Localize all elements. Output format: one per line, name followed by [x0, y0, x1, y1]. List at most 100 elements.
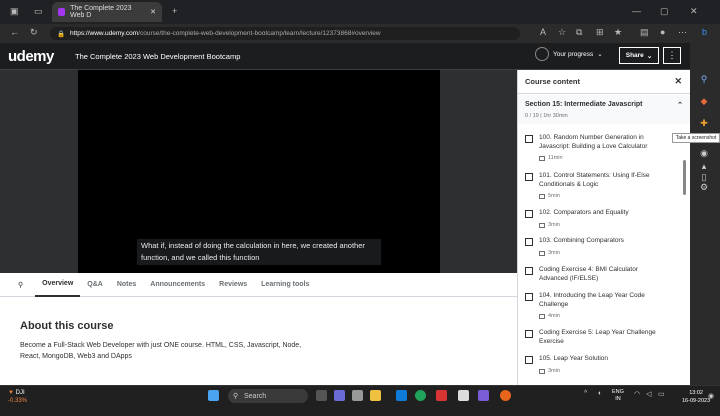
- tab-learning-tools[interactable]: Learning tools: [254, 273, 316, 297]
- taskbar-search[interactable]: ⚲ Search: [228, 389, 308, 403]
- url-input[interactable]: 🔒 https://www.udemy.com/course/the-compl…: [50, 27, 520, 40]
- read-aloud-icon[interactable]: A: [540, 27, 546, 37]
- lesson-checkbox[interactable]: [525, 267, 533, 275]
- stock-label: DJI: [15, 390, 25, 396]
- video-icon: [539, 193, 545, 199]
- browser-menu-icon[interactable]: ⋯: [678, 27, 687, 38]
- back-icon[interactable]: ←: [10, 27, 19, 37]
- collections-icon[interactable]: ⊞: [596, 27, 604, 38]
- settings-icon[interactable]: ⚙: [698, 182, 710, 194]
- course-title[interactable]: The Complete 2023 Web Development Bootca…: [75, 52, 240, 61]
- chevron-down-icon: ⌄: [597, 51, 603, 58]
- collections-icon[interactable]: ▤: [640, 27, 649, 38]
- lesson-checkbox[interactable]: [525, 135, 533, 143]
- lesson-duration: 11min: [539, 155, 563, 161]
- close-window-icon[interactable]: ✕: [690, 6, 698, 17]
- udemy-favicon-icon: [58, 8, 66, 16]
- tray-icon[interactable]: ◐: [598, 390, 602, 397]
- clock[interactable]: 13:02 16-09-2023: [682, 389, 710, 405]
- volume-icon[interactable]: ◁: [646, 390, 651, 398]
- file-explorer-icon[interactable]: [370, 390, 381, 401]
- store-icon[interactable]: [396, 390, 407, 401]
- refresh-icon[interactable]: ↻: [30, 27, 38, 38]
- lesson-duration: 3min: [539, 368, 560, 374]
- tab-overview[interactable]: Overview: [35, 273, 81, 297]
- lesson-duration: 4min: [539, 313, 560, 319]
- section-title: Section 15: Intermediate Javascript: [525, 101, 643, 108]
- video-icon: [539, 368, 545, 374]
- tab-qa[interactable]: Q&A: [80, 273, 110, 297]
- language-indicator[interactable]: ENG IN: [612, 389, 624, 403]
- dashboard-tabs: ⚲ Overview Q&A Notes Announcements Revie…: [0, 273, 517, 297]
- search-icon[interactable]: ⚲: [0, 273, 35, 297]
- lock-icon: 🔒: [57, 30, 66, 38]
- shopping-icon[interactable]: ◆: [698, 96, 710, 108]
- lesson-duration: 5min: [539, 193, 560, 199]
- url-path: /course/the-complete-web-development-boo…: [138, 30, 381, 37]
- search-icon[interactable]: ⚲: [698, 74, 710, 86]
- minimize-icon[interactable]: —: [632, 6, 641, 16]
- video-icon: [539, 250, 545, 256]
- browser-tab[interactable]: The Complete 2023 Web D ✕: [52, 2, 162, 22]
- tab-actions-icon[interactable]: ▭: [34, 6, 43, 17]
- camera-icon[interactable]: ◉: [698, 148, 710, 160]
- section-meta: 0 / 19 | 1hr 30min: [525, 113, 568, 119]
- tab-announcements[interactable]: Announcements: [143, 273, 212, 297]
- chevron-up-icon[interactable]: ^: [584, 390, 587, 397]
- lesson-title: Coding Exercise 5: Leap Year Challenge E…: [539, 329, 656, 345]
- lesson-checkbox[interactable]: [525, 356, 533, 364]
- app-icon[interactable]: [352, 390, 363, 401]
- app-icon[interactable]: [458, 390, 469, 401]
- sidebar-header: Course content ✕: [517, 70, 690, 94]
- battery-icon[interactable]: ▭: [658, 390, 665, 398]
- lesson-checkbox[interactable]: [525, 173, 533, 181]
- stock-value: -0.33%: [8, 398, 28, 404]
- more-options-button[interactable]: ⋮: [663, 47, 681, 64]
- stock-widget[interactable]: ▼ DJI -0.33%: [8, 389, 27, 405]
- tools-icon[interactable]: ✚: [698, 118, 710, 130]
- firefox-icon[interactable]: [500, 390, 511, 401]
- tab-notes[interactable]: Notes: [110, 273, 143, 297]
- search-icon: ⚲: [233, 393, 239, 400]
- tab-close-icon[interactable]: ✕: [150, 8, 156, 16]
- lesson-title: 103. Combining Comparators: [539, 237, 624, 244]
- video-caption: What if, instead of doing the calculatio…: [137, 239, 381, 265]
- lesson-checkbox[interactable]: [525, 238, 533, 246]
- lesson-checkbox[interactable]: [525, 330, 533, 338]
- maximize-icon[interactable]: ▢: [660, 6, 669, 17]
- app-icon[interactable]: [478, 390, 489, 401]
- lesson-duration: 3min: [539, 250, 560, 256]
- tab-reviews[interactable]: Reviews: [212, 273, 254, 297]
- teams-icon[interactable]: [334, 390, 345, 401]
- url-host: https://www.udemy.com: [70, 30, 139, 37]
- extensions-icon[interactable]: ⧉: [576, 27, 582, 38]
- trophy-icon: [535, 47, 549, 61]
- lesson-checkbox[interactable]: [525, 210, 533, 218]
- progress-label: Your progress: [553, 50, 594, 58]
- window-menu-icon[interactable]: ▣: [10, 6, 19, 17]
- lesson-title: 105. Leap Year Solution: [539, 355, 609, 362]
- section-header[interactable]: Section 15: Intermediate Javascript ⌃ 0 …: [518, 95, 690, 124]
- favorites-icon[interactable]: ☆: [558, 27, 566, 38]
- wifi-icon[interactable]: ◠: [634, 390, 640, 398]
- lesson-checkbox[interactable]: [525, 293, 533, 301]
- windows-start-icon[interactable]: [208, 390, 219, 401]
- notification-icon[interactable]: ◉: [708, 392, 714, 400]
- lesson-title: 102. Comparators and Equality: [539, 209, 629, 216]
- edge-icon[interactable]: [415, 390, 426, 401]
- share-button[interactable]: Share ⌄: [619, 47, 659, 64]
- task-view-icon[interactable]: [316, 390, 327, 401]
- sidebar-scrollbar[interactable]: [683, 160, 686, 195]
- close-icon[interactable]: ✕: [674, 76, 682, 87]
- progress-button[interactable]: Your progress ⌄: [535, 47, 603, 61]
- search-placeholder: Search: [244, 392, 267, 400]
- udemy-logo[interactable]: udemy: [8, 48, 54, 65]
- mcafee-icon[interactable]: [436, 390, 447, 401]
- bing-icon[interactable]: b: [702, 27, 707, 37]
- course-description: Become a Full-Stack Web Developer with j…: [20, 342, 302, 360]
- chevron-up-icon: ⌃: [677, 102, 683, 109]
- new-tab-icon[interactable]: +: [172, 6, 177, 16]
- profile-icon[interactable]: ●: [660, 27, 665, 37]
- favorites-bar-icon[interactable]: ★: [614, 27, 622, 38]
- about-heading: About this course: [20, 320, 114, 332]
